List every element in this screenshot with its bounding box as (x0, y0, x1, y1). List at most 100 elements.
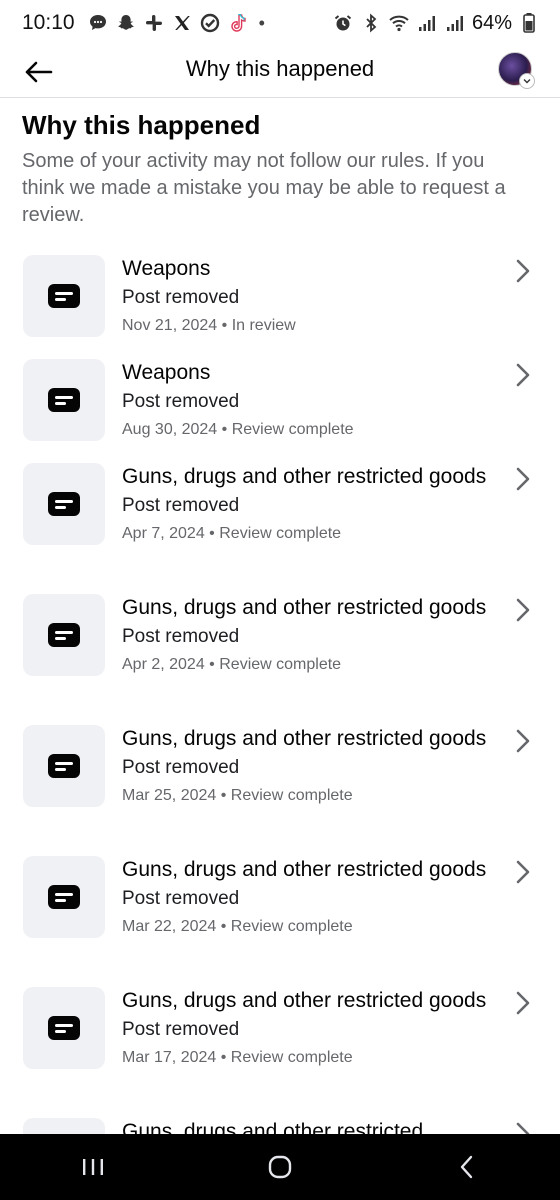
item-title: Guns, drugs and other restricted goods (122, 596, 487, 619)
checkmark-icon (199, 12, 221, 34)
post-icon (48, 388, 80, 412)
post-icon (48, 754, 80, 778)
item-meta: Apr 2, 2024 • Review complete (122, 654, 494, 676)
item-icon-box (23, 359, 105, 441)
item-subtitle: Post removed (122, 757, 240, 778)
meta-separator: • (204, 656, 220, 673)
post-icon (48, 623, 80, 647)
meta-separator: • (217, 421, 232, 438)
status-bar: 10:10 • 64% (0, 0, 560, 46)
item-title: Guns, drugs and other restricted goods (122, 727, 487, 750)
item-title: Guns, drugs and other restricted goods (122, 989, 487, 1012)
item-icon-box (23, 255, 105, 337)
battery-icon (518, 12, 540, 34)
item-title: Weapons (122, 257, 211, 280)
item-subtitle: Post removed (122, 1019, 240, 1040)
item-meta: Nov 21, 2024 • In review (122, 315, 494, 337)
item-text: Guns, drugs and other restricted goods P… (122, 723, 494, 807)
meta-separator: • (216, 1049, 231, 1066)
item-meta: Aug 30, 2024 • Review complete (122, 419, 494, 441)
alarm-icon (332, 12, 354, 34)
chevron-right-icon (516, 729, 530, 753)
back-icon (460, 1155, 472, 1179)
snapchat-icon (115, 12, 137, 34)
item-text: Guns, drugs and other restricted goods P… (122, 854, 494, 938)
chevron-right-icon (516, 860, 530, 884)
item-icon-box (23, 463, 105, 545)
item-date: Nov 21, 2024 (122, 317, 218, 334)
item-meta: Apr 7, 2024 • Review complete (122, 523, 494, 545)
chevron-down-icon (523, 79, 531, 84)
post-icon (48, 1016, 80, 1040)
header: Why this happened (0, 46, 560, 98)
item-subtitle: Post removed (122, 391, 240, 412)
post-icon (48, 284, 80, 308)
item-status: Review complete (231, 421, 354, 438)
item-text: Weapons Post removed Aug 30, 2024 • Revi… (122, 357, 494, 441)
status-dot: • (258, 12, 265, 33)
chevron-right-icon (516, 467, 530, 491)
x-icon (171, 12, 193, 34)
item-icon-box (23, 594, 105, 676)
recent-apps-icon (83, 1159, 104, 1175)
chevron-right-icon (516, 598, 530, 622)
avatar[interactable] (498, 52, 535, 89)
system-nav-bar (0, 1134, 560, 1200)
meta-separator: • (217, 317, 232, 334)
item-text: Guns, drugs and other restricted goods P… (122, 592, 494, 676)
chevron-right-icon (516, 991, 530, 1015)
meta-separator: • (204, 525, 220, 542)
bluetooth-icon (360, 12, 382, 34)
item-title: Guns, drugs and other restricted goods (122, 858, 487, 881)
page-title: Why this happened (22, 110, 261, 140)
item-meta: Mar 22, 2024 • Review complete (122, 916, 494, 938)
item-date: Mar 25, 2024 (122, 787, 217, 804)
header-title: Why this happened (185, 56, 375, 81)
page-description: Some of your activity may not follow our… (22, 150, 506, 226)
item-text: Guns, drugs and other restricted goods P… (122, 985, 494, 1069)
status-left: 10:10 • (22, 11, 265, 35)
wifi-icon (388, 12, 410, 34)
item-title: Guns, drugs and other restricted goods (122, 465, 487, 488)
tiktok-icon (227, 12, 249, 34)
battery-percent: 64% (471, 11, 512, 34)
item-date: Apr 2, 2024 (122, 656, 205, 673)
item-status: Review complete (230, 918, 353, 935)
item-status: Review complete (230, 1049, 353, 1066)
item-status: Review complete (219, 656, 342, 673)
item-status: In review (231, 317, 296, 334)
item-subtitle: Post removed (122, 495, 240, 516)
item-date: Aug 30, 2024 (122, 421, 218, 438)
home-button[interactable] (250, 1143, 310, 1191)
item-meta: Mar 25, 2024 • Review complete (122, 785, 494, 807)
system-back-button[interactable] (437, 1143, 497, 1191)
item-text: Weapons Post removed Nov 21, 2024 • In r… (122, 253, 494, 337)
item-icon-box (23, 725, 105, 807)
item-text: Guns, drugs and other restricted goods P… (122, 461, 494, 545)
item-date: Apr 7, 2024 (122, 525, 205, 542)
item-status: Review complete (219, 525, 342, 542)
chevron-right-icon (516, 259, 530, 283)
item-subtitle: Post removed (122, 888, 240, 909)
meta-separator: • (216, 787, 231, 804)
item-icon-box (23, 987, 105, 1069)
item-subtitle: Post removed (122, 287, 240, 308)
signal-icon (416, 12, 438, 34)
item-title: Weapons (122, 361, 211, 384)
item-subtitle: Post removed (122, 626, 240, 647)
home-icon (268, 1155, 292, 1179)
avatar-badge (519, 73, 535, 89)
recent-apps-button[interactable] (63, 1143, 123, 1191)
meta-separator: • (216, 918, 231, 935)
item-date: Mar 17, 2024 (122, 1049, 217, 1066)
chevron-right-icon (516, 363, 530, 387)
item-date: Mar 22, 2024 (122, 918, 217, 935)
post-icon (48, 885, 80, 909)
status-time: 10:10 (22, 11, 75, 34)
post-icon (48, 492, 80, 516)
slack-icon (143, 12, 165, 34)
item-meta: Mar 17, 2024 • Review complete (122, 1047, 494, 1069)
status-right: 64% (332, 12, 540, 35)
signal-icon (444, 12, 466, 34)
item-icon-box (23, 856, 105, 938)
